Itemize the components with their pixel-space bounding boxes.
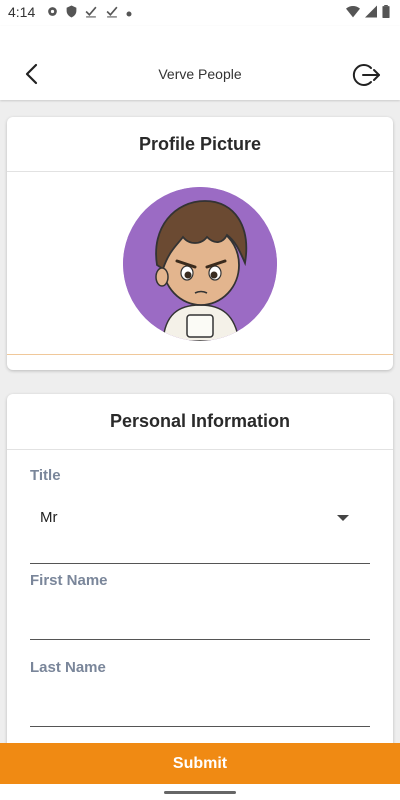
first-name-underline: [30, 639, 370, 640]
dot-icon: [126, 6, 132, 20]
status-icons-right: [346, 5, 390, 21]
last-name-field[interactable]: [30, 682, 370, 728]
app-bar: Verve People: [0, 26, 400, 100]
page-title: Verve People: [158, 66, 242, 82]
battery-icon: [382, 5, 390, 21]
signal-icon: [365, 5, 377, 21]
status-bar: 4:14: [0, 0, 400, 26]
dropdown-arrow-icon: [337, 515, 349, 521]
title-label: Title: [30, 467, 61, 484]
nav-bar: [0, 784, 400, 800]
avatar[interactable]: [123, 187, 277, 341]
profile-picture-heading: Profile Picture: [7, 117, 393, 172]
last-name-underline: [30, 726, 370, 727]
profile-divider: [7, 354, 393, 355]
avatar-image: [123, 187, 277, 341]
title-select-value: Mr: [40, 509, 58, 526]
title-select[interactable]: Mr: [30, 494, 370, 564]
last-name-label: Last Name: [30, 659, 106, 676]
wifi-icon: [346, 5, 360, 21]
personal-information-heading: Personal Information: [7, 394, 393, 450]
first-name-label: First Name: [30, 572, 108, 589]
title-underline: [30, 563, 370, 564]
home-gesture-handle[interactable]: [164, 791, 236, 794]
shield-icon: [66, 5, 77, 21]
status-time: 4:14: [8, 4, 36, 20]
status-icons-left: [46, 5, 132, 21]
submit-button[interactable]: Submit: [0, 743, 400, 784]
check-icon: [84, 5, 98, 21]
profile-picture-card: Profile Picture: [7, 117, 393, 370]
personal-information-card: Personal Information Title Mr First Name…: [7, 394, 393, 754]
logout-button[interactable]: [352, 60, 382, 90]
logout-icon: [352, 64, 380, 86]
settings-gear-icon: [46, 5, 59, 21]
check-icon: [105, 5, 119, 21]
first-name-field[interactable]: [30, 594, 370, 640]
